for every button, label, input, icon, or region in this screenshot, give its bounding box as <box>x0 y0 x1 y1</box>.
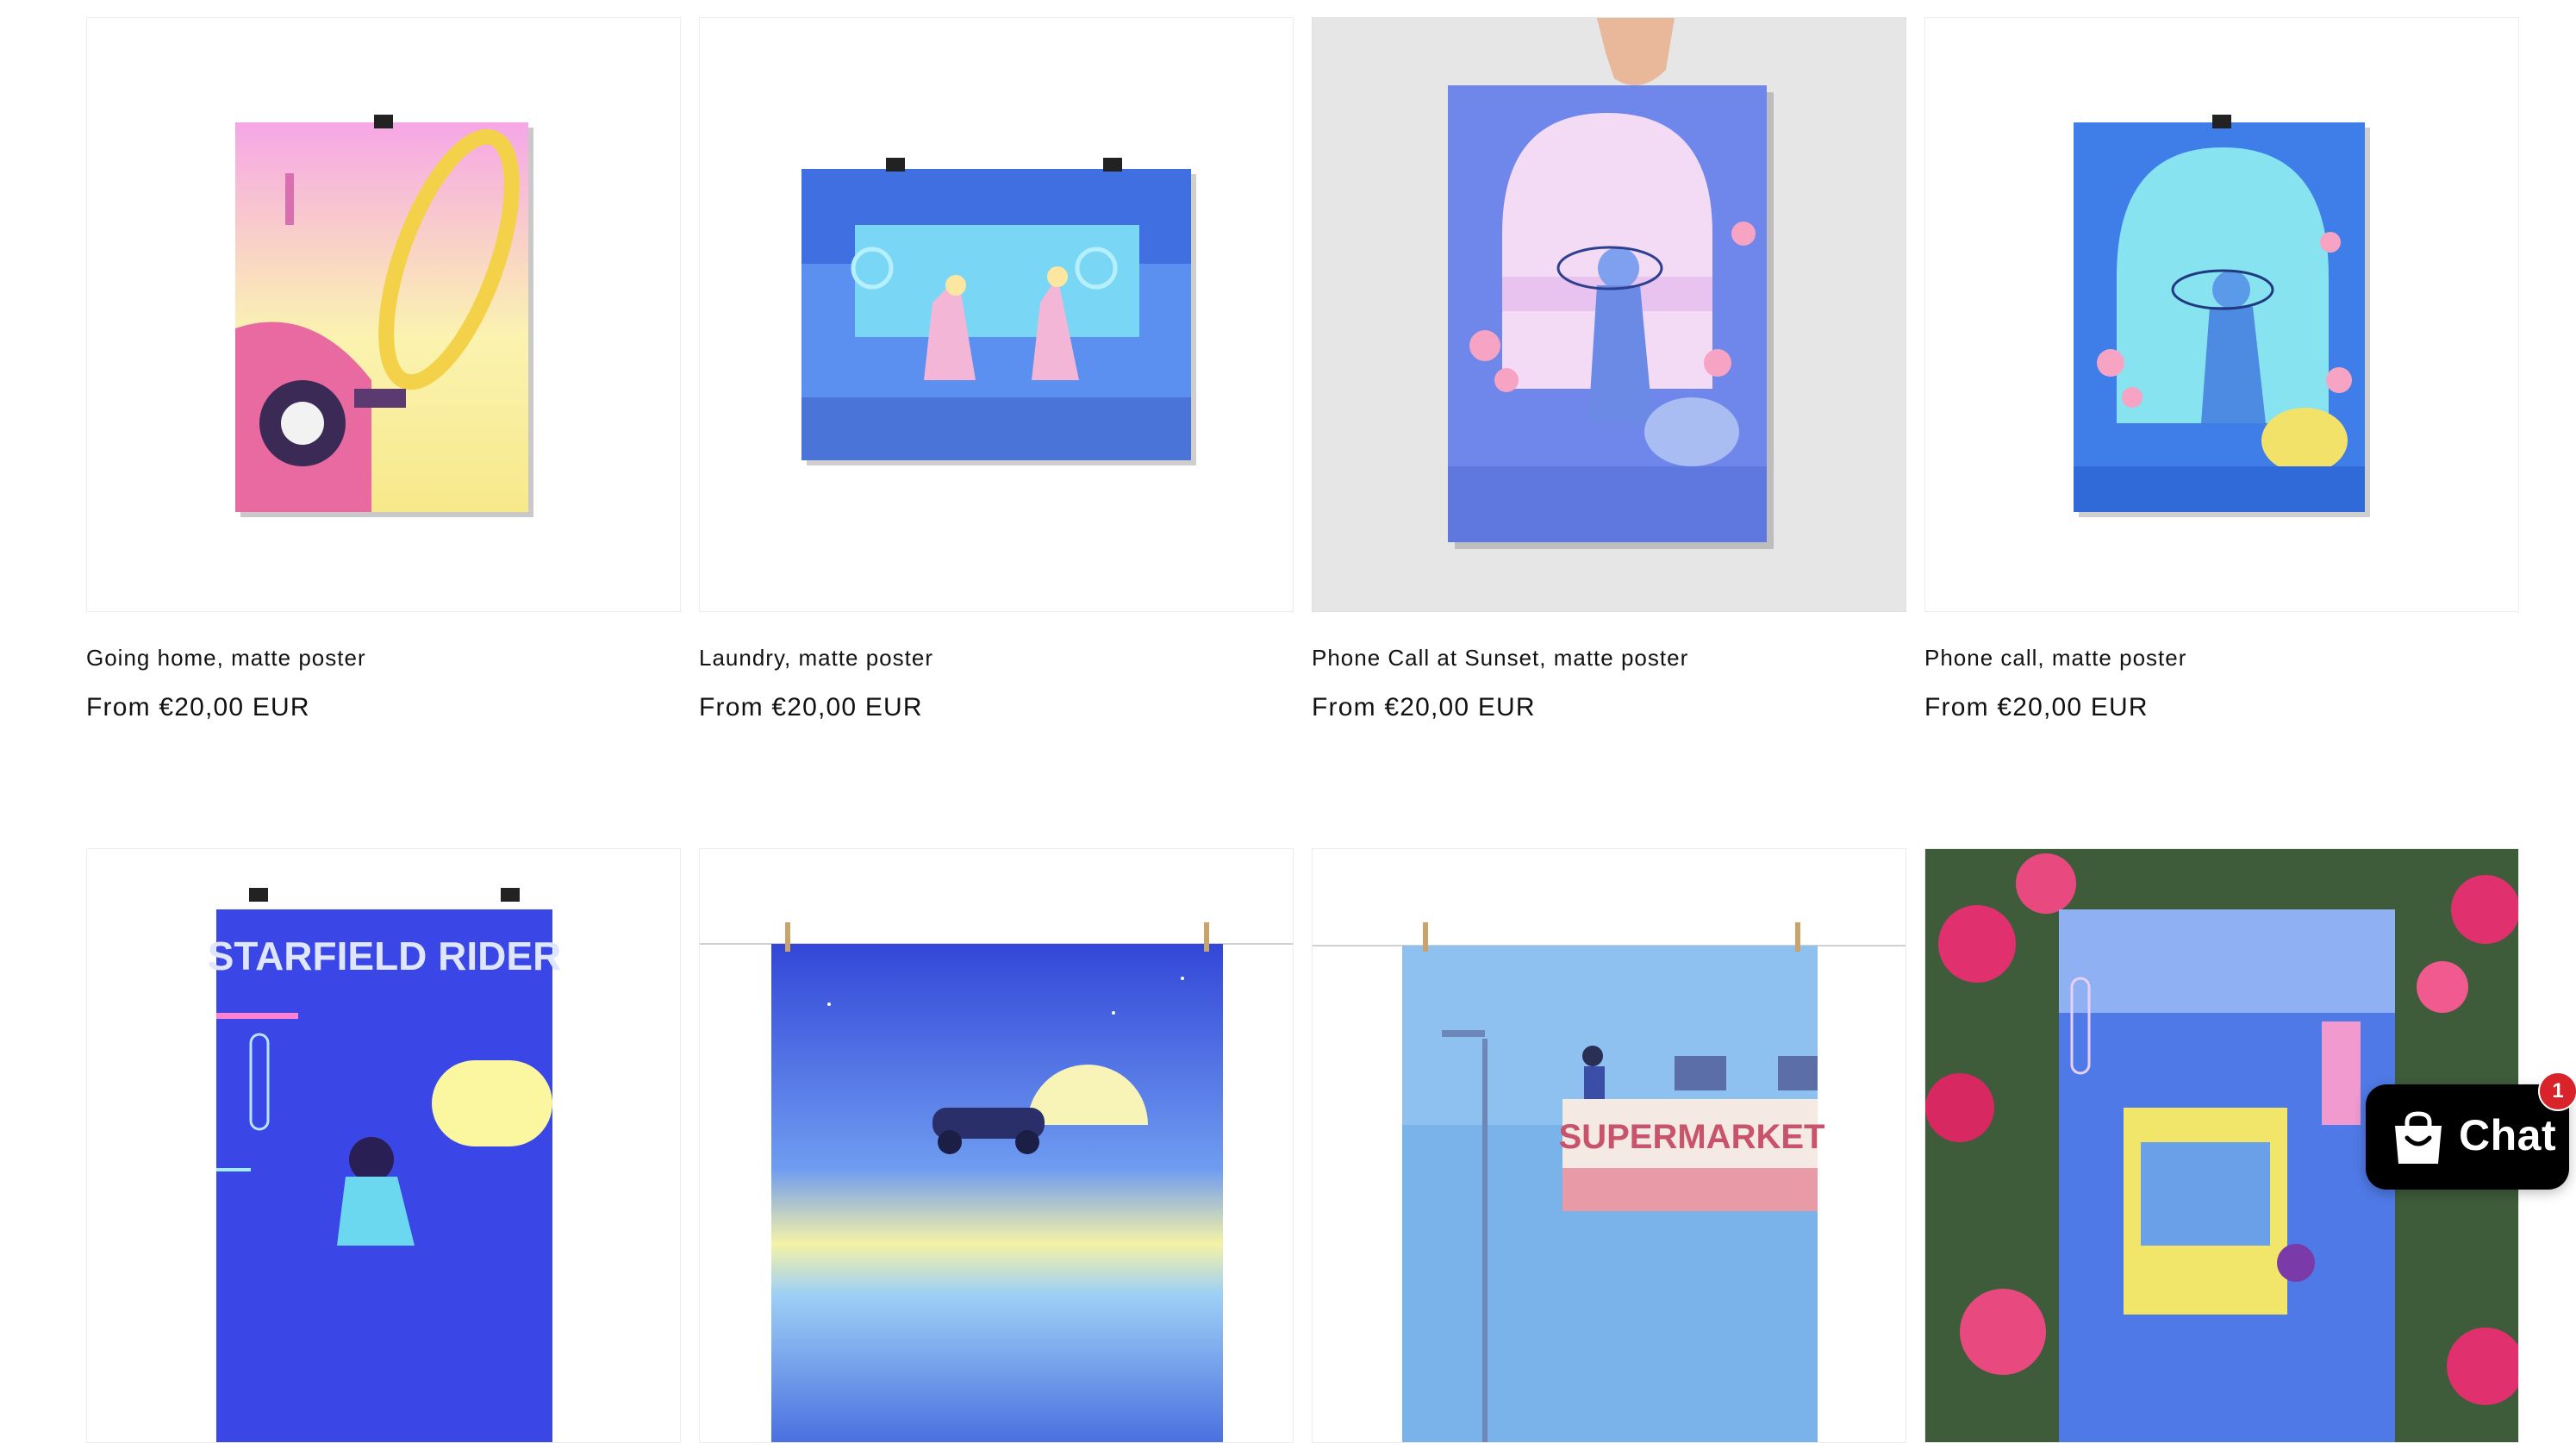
poster-title-text: STARFIELD RIDER <box>208 934 562 978</box>
product-image-supermarket[interactable]: SUPERMARKET <box>1312 848 1906 1443</box>
phone-call-sunset-poster-image <box>1448 18 1774 549</box>
shopping-bag-icon <box>2395 1111 2442 1164</box>
chat-button[interactable]: Chat <box>2366 1084 2569 1190</box>
product-price: From €20,00 EUR <box>699 693 923 722</box>
product-image-going-home[interactable] <box>86 17 681 612</box>
supermarket-sign-text: SUPERMARKET <box>1559 1118 1825 1156</box>
chat-unread-badge: 1 <box>2538 1071 2576 1111</box>
night-drive-poster-image <box>700 922 1293 1442</box>
product-image-phone-call[interactable] <box>1924 17 2519 612</box>
product-price: From €20,00 EUR <box>1312 693 1536 722</box>
product-image-phone-call-sunset[interactable] <box>1312 17 1906 612</box>
laundry-poster-image <box>801 158 1196 465</box>
product-title[interactable]: Phone Call at Sunset, matte poster <box>1312 645 1688 672</box>
product-price: From €20,00 EUR <box>86 693 310 722</box>
starfield-rider-poster-image: STARFIELD RIDER <box>208 888 562 1442</box>
product-image-starfield-rider[interactable]: STARFIELD RIDER <box>86 848 681 1443</box>
chat-label: Chat <box>2459 1111 2557 1159</box>
product-image-laundry[interactable] <box>699 17 1294 612</box>
product-price: From €20,00 EUR <box>1924 693 2149 722</box>
phone-call-poster-image <box>2074 115 2370 517</box>
going-home-poster-image <box>235 115 533 517</box>
supermarket-poster-image: SUPERMARKET <box>1313 922 1905 1442</box>
product-image-night-drive[interactable] <box>699 848 1294 1443</box>
product-title[interactable]: Laundry, matte poster <box>699 645 933 672</box>
product-title[interactable]: Phone call, matte poster <box>1924 645 2186 672</box>
product-title[interactable]: Going home, matte poster <box>86 645 366 672</box>
